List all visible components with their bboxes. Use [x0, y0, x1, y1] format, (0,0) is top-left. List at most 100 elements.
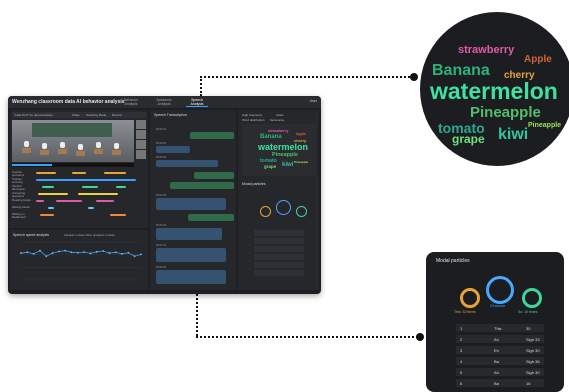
transcript-bubble[interactable]	[188, 214, 234, 221]
table-cell: 4	[460, 359, 463, 364]
video-panel: "Little Prof" for demonstration Class Te…	[10, 110, 148, 228]
word-cloud-word: Apple	[524, 54, 552, 65]
transcript-bubble[interactable]	[194, 172, 234, 179]
data-point	[70, 251, 73, 254]
table-row: 2 Ah Sigh 33	[456, 335, 544, 343]
toolbar-teaching-mode[interactable]: Teaching Mode	[86, 113, 106, 117]
behavior-segment	[96, 200, 114, 202]
transcript-bubble[interactable]	[156, 248, 226, 262]
student	[42, 143, 47, 149]
word-cloud-word: strawberry	[268, 128, 289, 133]
modal-card-title: Modal particles	[436, 258, 470, 264]
desk	[112, 150, 121, 155]
stat-ring	[276, 200, 291, 215]
video-timeline[interactable]	[12, 163, 134, 167]
thumbnail[interactable]	[136, 150, 146, 159]
tab-class[interactable]: Class	[276, 113, 284, 117]
word-cloud-word: strawberry	[458, 44, 515, 56]
transcript-bubble[interactable]	[156, 228, 222, 240]
desk	[22, 148, 31, 153]
table-cell: 1	[460, 326, 463, 331]
timestamp: 00:00:35	[156, 156, 167, 159]
transcript-bubble[interactable]	[156, 146, 190, 153]
table-cell: 5	[460, 370, 463, 375]
table-row	[254, 230, 304, 236]
timestamp: 00:02:05	[156, 266, 167, 269]
nav-behavior-analysis[interactable]: Behavior Analysis	[120, 98, 142, 106]
thumbnail[interactable]	[136, 140, 146, 149]
nav-speech-analysis[interactable]: Speech Analysis	[186, 98, 208, 107]
behavior-segment	[38, 193, 68, 195]
app-title: Wenzhang classroom data AI behavior anal…	[12, 99, 125, 105]
speech-speed-chart	[20, 241, 142, 281]
table-cell: Sigh 30	[526, 370, 540, 375]
behavior-segment	[88, 207, 94, 209]
app-header: Wenzhang classroom data AI behavior anal…	[8, 96, 321, 108]
table-cell: This	[494, 326, 502, 331]
subtab-sentences[interactable]: Sentences	[270, 118, 284, 122]
table-cell: Eh	[494, 348, 499, 353]
word-cloud-word: watermelon	[430, 78, 558, 104]
data-point	[140, 253, 142, 256]
blackboard	[32, 123, 112, 137]
word-cloud-word: Banana	[260, 134, 282, 140]
connector-dot	[410, 73, 418, 81]
speech-speed-panel: Speech speed analysis Speaker in class O…	[10, 230, 148, 290]
transcript-bubble[interactable]	[156, 160, 218, 167]
student	[78, 144, 83, 150]
stat-label: This: 32 times	[454, 310, 476, 314]
transcript-bubble[interactable]	[170, 182, 234, 189]
thumbnail[interactable]	[136, 120, 146, 129]
behavior-row: Reading books	[12, 198, 146, 205]
data-point	[45, 255, 48, 258]
tab-high-frequency[interactable]: High frequency	[242, 113, 262, 117]
stat-label: Of course	[490, 304, 506, 308]
behavior-row: Teacher questions	[12, 170, 146, 177]
data-point	[26, 251, 29, 254]
table-cell: 30	[526, 326, 531, 331]
data-point	[108, 252, 111, 254]
transcript-bubble[interactable]	[156, 198, 226, 210]
data-point	[20, 252, 22, 254]
mini-word-cloud: strawberry Apple Banana cherry watermelo…	[242, 124, 316, 176]
behavior-segment	[116, 186, 126, 188]
data-point	[89, 252, 92, 255]
app-window: Wenzhang classroom data AI behavior anal…	[8, 96, 321, 294]
table-cell: 16	[526, 381, 531, 386]
data-point	[121, 252, 123, 255]
desk	[40, 150, 49, 155]
word-cloud-word: grape	[264, 164, 277, 169]
table-row	[254, 246, 304, 252]
table-cell: Ba	[494, 359, 499, 364]
behavior-row: Writing on blackboard	[12, 212, 146, 219]
connector-line	[196, 336, 418, 338]
transcript-bubble[interactable]	[156, 270, 226, 284]
behavior-row: Student discussion	[12, 184, 146, 191]
student	[96, 142, 101, 148]
timestamp: 00:00:22	[156, 142, 167, 145]
subtab-word-distribution[interactable]: Word distribution	[242, 118, 264, 122]
classroom-video[interactable]	[12, 120, 134, 162]
modal-particles-card: Modal particles This: 32 times Of course…	[426, 252, 564, 392]
nav-academic-analysis[interactable]: Academic Analysis	[153, 98, 175, 106]
desk	[76, 151, 85, 156]
behavior-segment	[36, 200, 44, 202]
behavior-rows: Teacher questions Teacher lecturing Stud…	[12, 170, 146, 219]
transcript-bubble[interactable]	[190, 132, 234, 139]
chart-legend: Speaker in class Other speakers in class	[64, 233, 115, 237]
behavior-segment	[42, 186, 54, 188]
toolbar-record[interactable]: Record	[112, 113, 122, 117]
table-row	[254, 262, 304, 268]
chart-title: Speech speed analysis	[13, 233, 49, 237]
transcript-panel: Speech Transcription 00:00:14 00:00:22 0…	[150, 110, 236, 290]
behavior-segment	[110, 214, 126, 216]
thumbnail[interactable]	[136, 130, 146, 139]
toolbar-class[interactable]: Class	[72, 113, 80, 117]
video-panel-title: "Little Prof" for demonstration	[14, 113, 53, 117]
user-menu[interactable]: User	[310, 99, 317, 103]
data-point	[76, 251, 79, 254]
modal-particles-title: Modal particles	[242, 182, 266, 186]
transcript-title: Speech Transcription	[154, 113, 187, 117]
behavior-segment	[104, 172, 126, 174]
stat-ring	[486, 276, 514, 304]
